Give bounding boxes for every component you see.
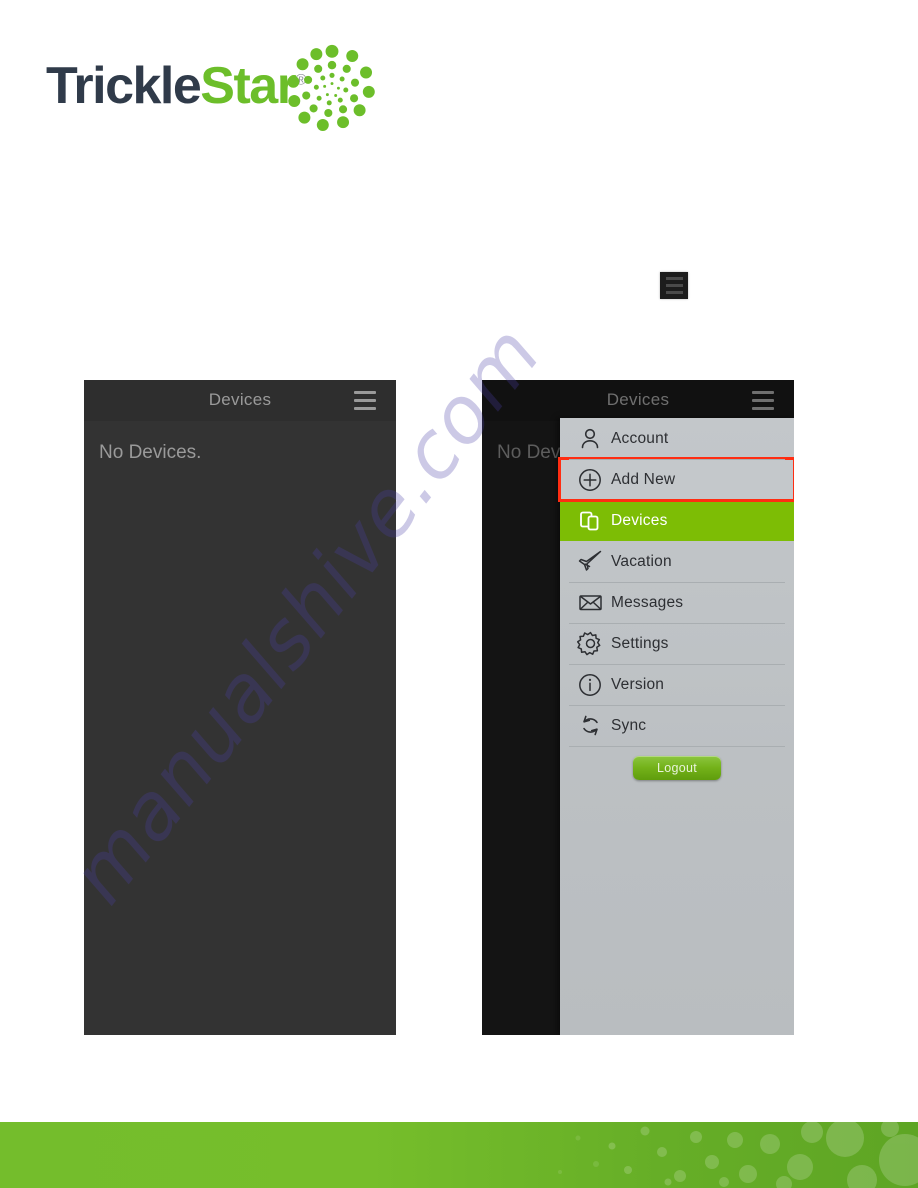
hamburger-bar — [665, 277, 683, 280]
radial-dot-spiral-icon — [287, 44, 375, 131]
brand-logo: TrickleStar® — [46, 44, 376, 134]
gear-icon — [569, 629, 611, 659]
hamburger-bar — [752, 391, 774, 394]
menu-item-label: Add New — [611, 470, 676, 488]
menu-list: Account Add New Devices Vacation Message… — [558, 418, 794, 790]
menu-item-label: Settings — [611, 634, 669, 652]
person-icon — [569, 424, 611, 454]
hamburger-menu-icon[interactable] — [354, 391, 376, 410]
app-topbar: Devices — [84, 380, 396, 421]
page-title: Devices — [208, 390, 272, 409]
menu-item-label: Messages — [611, 593, 684, 611]
hamburger-bar — [665, 291, 683, 294]
app-topbar: Devices — [482, 380, 794, 421]
menu-item-vacation[interactable]: Vacation — [560, 541, 794, 582]
menu-item-label: Devices — [611, 511, 668, 529]
menu-item-label: Account — [611, 429, 669, 447]
menu-item-version[interactable]: Version — [560, 664, 794, 705]
hamburger-bar — [752, 407, 774, 410]
hamburger-bar — [354, 399, 376, 402]
menu-item-label: Version — [611, 675, 665, 693]
hamburger-menu-icon[interactable] — [660, 272, 688, 299]
airplane-icon — [569, 547, 611, 577]
brand-wordmark: TrickleStar® — [46, 60, 307, 112]
hamburger-bar — [752, 399, 774, 402]
devices-icon — [569, 506, 611, 536]
info-circle-icon — [569, 670, 611, 700]
brand-name-trickle: Trickle — [46, 57, 202, 115]
screenshot-devices-empty: Devices No Devices. — [84, 380, 396, 1035]
logout-row: Logout — [560, 746, 794, 790]
menu-item-devices[interactable]: Devices — [560, 500, 794, 541]
menu-item-label: Sync — [611, 716, 647, 734]
plus-circle-icon — [569, 465, 611, 495]
menu-item-add-new[interactable]: Add New — [558, 457, 794, 502]
menu-item-sync[interactable]: Sync — [560, 705, 794, 746]
slide-out-menu: Account Add New Devices Vacation Message… — [558, 418, 794, 1035]
hamburger-menu-icon[interactable] — [752, 391, 774, 410]
screenshot-devices-menu-open: Devices No Devices. Account Add New Devi… — [482, 380, 794, 1035]
brand-name-star: Star — [200, 57, 297, 115]
page-footer — [0, 1122, 918, 1188]
page-title: Devices — [606, 390, 670, 409]
hamburger-bar — [665, 284, 683, 287]
menu-item-label: Vacation — [611, 552, 672, 570]
menu-item-messages[interactable]: Messages — [560, 582, 794, 623]
hamburger-bar — [354, 407, 376, 410]
envelope-icon — [569, 588, 611, 618]
menu-item-account[interactable]: Account — [560, 418, 794, 459]
empty-state-message: No Devices. — [99, 442, 202, 463]
page-root: TrickleStar® Devices No Devices. Devices… — [0, 0, 918, 1188]
hamburger-bar — [354, 391, 376, 394]
logout-button[interactable]: Logout — [633, 756, 721, 780]
sync-arrows-icon — [569, 711, 611, 741]
menu-item-settings[interactable]: Settings — [560, 623, 794, 664]
circle-dots-pattern — [558, 1122, 918, 1188]
